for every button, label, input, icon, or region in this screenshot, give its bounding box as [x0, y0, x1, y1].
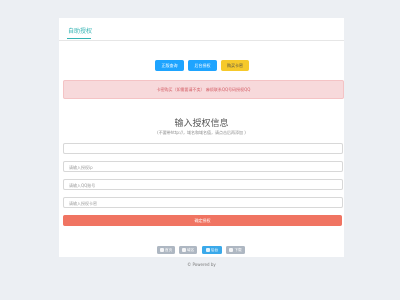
code-input[interactable]: 请输入授权卡密 — [63, 197, 343, 208]
link-icon — [181, 247, 186, 252]
qq-input[interactable]: 请输入QQ账号 — [63, 179, 343, 190]
ip-input[interactable]: 请输入授权ip — [63, 161, 343, 172]
admin-authorize-button[interactable]: 后台授权 — [188, 60, 217, 71]
form-subtitle: (不要带http://，域名和域名值，请点击后再添加 ) — [157, 130, 246, 135]
home-button[interactable]: 首页 — [157, 246, 175, 254]
download-button[interactable]: 下载 — [226, 246, 245, 254]
user-icon — [205, 247, 210, 252]
home-icon — [159, 247, 164, 252]
home-label: 首页 — [164, 248, 173, 252]
domain-button[interactable]: 域名 — [179, 246, 197, 254]
domain-label: 域名 — [186, 248, 195, 252]
submit-button[interactable]: 确定授权 — [63, 215, 342, 226]
genuine-check-button[interactable]: 正版查询 — [155, 60, 184, 71]
download-icon — [229, 247, 234, 252]
domain-input[interactable] — [63, 143, 343, 154]
backend-button[interactable]: 后台 — [202, 246, 222, 254]
bottom-action-bar: 首页 域名 后台 下载 — [59, 246, 344, 255]
form-title: 输入授权信息 — [174, 119, 229, 129]
download-label: 下载 — [234, 248, 242, 252]
backend-label: 后台 — [210, 248, 219, 252]
top-action-bar: 正版查询 后台授权 购买卡密 — [59, 60, 344, 72]
title-divider — [59, 40, 344, 41]
main-card: 自助授权 正版查询 后台授权 购买卡密 卡密购买（如需要请不卖） 麻烦联系QQ号… — [59, 18, 344, 267]
footer-text: © Powered by — [187, 262, 216, 267]
notice-alert: 卡密购买（如需要请不卖） 麻烦联系QQ号码授权QQ — [63, 80, 344, 99]
tab-underline — [67, 38, 91, 39]
buy-code-button[interactable]: 购买卡密 — [221, 60, 249, 71]
tab-title: 自助授权 — [68, 28, 93, 35]
